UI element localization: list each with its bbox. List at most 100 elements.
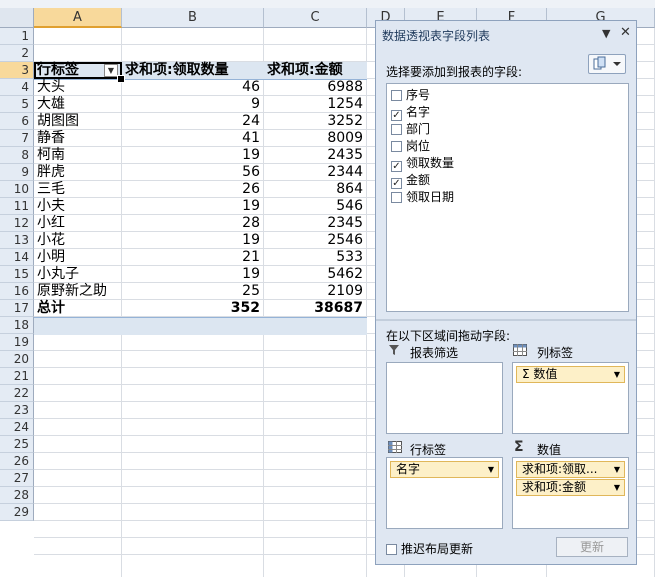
row-header-14[interactable]: 14 [0, 249, 34, 266]
pivot-row-name[interactable]: 小丸子 [34, 266, 122, 283]
pivot-row-name[interactable]: 胖虎 [34, 164, 122, 181]
pivot-row-quantity[interactable]: 46 [122, 79, 264, 96]
field-item[interactable]: ✓ 名字 [391, 104, 430, 121]
pivot-row-quantity[interactable]: 19 [122, 266, 264, 283]
pivot-row-name[interactable]: 原野新之助 [34, 283, 122, 300]
defer-checkbox[interactable] [386, 544, 397, 555]
pivot-row-amount[interactable]: 2546 [264, 232, 367, 249]
row-header-15[interactable]: 15 [0, 266, 34, 283]
pane-options-dropdown-icon[interactable]: ▼ [602, 27, 610, 40]
pivot-row-quantity[interactable]: 25 [122, 283, 264, 300]
row-header-16[interactable]: 16 [0, 283, 34, 300]
field-checkbox[interactable] [391, 124, 402, 135]
values-zone-chip-amount[interactable]: 求和项:金额 ▼ [516, 479, 625, 496]
pivot-row-quantity[interactable]: 56 [122, 164, 264, 181]
pivot-total-amount[interactable]: 38687 [264, 300, 367, 317]
pivot-row-amount[interactable]: 533 [264, 249, 367, 266]
pivot-row-quantity[interactable]: 41 [122, 130, 264, 147]
field-item[interactable]: ✓ 领取数量 [391, 155, 454, 172]
pivot-total-label[interactable]: 总计 [34, 300, 122, 317]
row-header-23[interactable]: 23 [0, 402, 34, 419]
column-zone[interactable]: Σ 数值 ▼ [512, 362, 629, 434]
field-item[interactable]: 部门 [391, 121, 430, 137]
pivot-row-quantity[interactable]: 9 [122, 96, 264, 113]
row-header-27[interactable]: 27 [0, 470, 34, 487]
column-header-b[interactable]: B [122, 8, 264, 28]
field-item[interactable]: ✓ 金额 [391, 172, 430, 189]
pivot-row-amount[interactable]: 2435 [264, 147, 367, 164]
row-header-22[interactable]: 22 [0, 385, 34, 402]
row-header-28[interactable]: 28 [0, 487, 34, 504]
field-item[interactable]: 序号 [391, 87, 430, 103]
pivot-row-quantity[interactable]: 19 [122, 198, 264, 215]
fill-handle[interactable] [117, 75, 125, 83]
column-header-a[interactable]: A [34, 8, 122, 28]
row-header-2[interactable]: 2 [0, 45, 34, 62]
row-header-19[interactable]: 19 [0, 334, 34, 351]
row-label-filter-button[interactable]: ▼ [104, 64, 118, 77]
pivot-row-name[interactable]: 大头 [34, 79, 122, 96]
field-list-box[interactable]: 序号 ✓ 名字 部门 岗位 ✓ 领取数量 ✓ 金额 领取日期 [386, 83, 629, 312]
pivot-row-quantity[interactable]: 24 [122, 113, 264, 130]
field-checkbox[interactable] [391, 192, 402, 203]
pivot-row-name[interactable]: 小明 [34, 249, 122, 266]
row-header-24[interactable]: 24 [0, 419, 34, 436]
row-header-29[interactable]: 29 [0, 504, 34, 521]
pivot-row-amount[interactable]: 546 [264, 198, 367, 215]
pivot-row-name[interactable]: 柯南 [34, 147, 122, 164]
pivot-row-quantity[interactable]: 28 [122, 215, 264, 232]
field-checkbox[interactable]: ✓ [391, 110, 402, 121]
defer-layout-update[interactable]: 推迟布局更新 [386, 540, 473, 557]
column-zone-chip-values[interactable]: Σ 数值 ▼ [516, 366, 625, 383]
field-item[interactable]: 岗位 [391, 138, 430, 154]
pivot-amount-header[interactable]: 求和项:金额 [264, 62, 367, 79]
filter-zone[interactable] [386, 362, 503, 434]
pivot-row-quantity[interactable]: 19 [122, 232, 264, 249]
row-header-11[interactable]: 11 [0, 198, 34, 215]
field-checkbox[interactable] [391, 141, 402, 152]
row-header-25[interactable]: 25 [0, 436, 34, 453]
pivot-row-name[interactable]: 小红 [34, 215, 122, 232]
pivot-row-amount[interactable]: 3252 [264, 113, 367, 130]
pivot-row-name[interactable]: 小花 [34, 232, 122, 249]
pivot-row-amount[interactable]: 6988 [264, 79, 367, 96]
row-header-9[interactable]: 9 [0, 164, 34, 181]
pivot-row-name[interactable]: 三毛 [34, 181, 122, 198]
values-zone-chip-quantity[interactable]: 求和项:领取... ▼ [516, 461, 625, 478]
pivot-quantity-header[interactable]: 求和项:领取数量 [122, 62, 264, 79]
field-checkbox[interactable] [391, 90, 402, 101]
pivot-row-amount[interactable]: 8009 [264, 130, 367, 147]
field-layout-button[interactable] [588, 54, 626, 74]
pivot-row-amount[interactable]: 2109 [264, 283, 367, 300]
pivot-row-name[interactable]: 静香 [34, 130, 122, 147]
row-header-21[interactable]: 21 [0, 368, 34, 385]
pivot-row-amount[interactable]: 2344 [264, 164, 367, 181]
row-header-12[interactable]: 12 [0, 215, 34, 232]
select-all-corner[interactable] [0, 8, 34, 28]
column-header-c[interactable]: C [264, 8, 367, 28]
field-checkbox[interactable]: ✓ [391, 178, 402, 189]
row-header-6[interactable]: 6 [0, 113, 34, 130]
pivot-row-amount[interactable]: 5462 [264, 266, 367, 283]
pivot-row-name[interactable]: 小夫 [34, 198, 122, 215]
pane-close-icon[interactable]: ✕ [620, 25, 631, 40]
row-header-20[interactable]: 20 [0, 351, 34, 368]
field-item[interactable]: 领取日期 [391, 189, 454, 205]
row-header-10[interactable]: 10 [0, 181, 34, 198]
pivot-row-amount[interactable]: 2345 [264, 215, 367, 232]
pivot-total-quantity[interactable]: 352 [122, 300, 264, 317]
field-checkbox[interactable]: ✓ [391, 161, 402, 172]
row-header-1[interactable]: 1 [0, 28, 34, 45]
row-header-4[interactable]: 4 [0, 79, 34, 96]
row-header-17[interactable]: 17 [0, 300, 34, 317]
row-header-8[interactable]: 8 [0, 147, 34, 164]
row-zone-chip-name[interactable]: 名字 ▼ [390, 461, 499, 478]
pivot-row-amount[interactable]: 1254 [264, 96, 367, 113]
pivot-row-quantity[interactable]: 19 [122, 147, 264, 164]
pivot-row-name[interactable]: 大雄 [34, 96, 122, 113]
pivot-row-name[interactable]: 胡图图 [34, 113, 122, 130]
row-header-5[interactable]: 5 [0, 96, 34, 113]
values-zone[interactable]: 求和项:领取... ▼ 求和项:金额 ▼ [512, 457, 629, 529]
update-button[interactable]: 更新 [556, 537, 628, 557]
row-header-7[interactable]: 7 [0, 130, 34, 147]
